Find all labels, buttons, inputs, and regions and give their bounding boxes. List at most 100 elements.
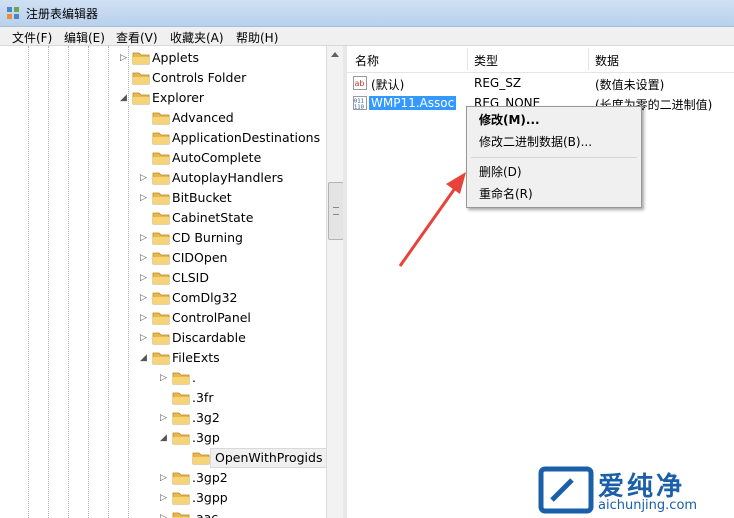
column-separator[interactable] — [467, 48, 468, 70]
window-title: 注册表编辑器 — [26, 7, 99, 21]
tree-node-label: .3g2 — [192, 410, 220, 425]
tree-node-label: CabinetState — [172, 210, 254, 225]
folder-icon — [152, 312, 170, 325]
folder-icon — [172, 412, 190, 425]
tree-node-label: AutoplayHandlers — [172, 170, 284, 185]
string-value-icon: ab — [353, 76, 367, 90]
tree-guide-line — [68, 46, 69, 518]
value-name[interactable]: WMP11.Assoc — [369, 96, 457, 110]
expander-icon[interactable]: ▷ — [140, 228, 150, 248]
expander-icon[interactable]: ▷ — [140, 268, 150, 288]
tree-node-label: . — [192, 370, 196, 385]
menu-item-rename[interactable]: 重命名(R) — [467, 183, 641, 205]
tree-node-label: CIDOpen — [172, 250, 228, 265]
folder-icon — [152, 172, 170, 185]
menu-favorites[interactable]: 收藏夹(A) — [170, 29, 224, 46]
folder-icon — [172, 472, 190, 485]
watermark-url: aichunjing.com — [598, 498, 698, 513]
expander-icon[interactable]: ▷ — [160, 368, 170, 388]
folder-icon — [172, 432, 190, 445]
folder-icon — [152, 112, 170, 125]
expander-icon[interactable]: ▷ — [140, 248, 150, 268]
folder-icon — [132, 72, 150, 85]
menu-item-delete[interactable]: 删除(D) — [467, 161, 641, 183]
expander-icon[interactable]: ▷ — [140, 328, 150, 348]
expander-icon[interactable]: ▷ — [140, 168, 150, 188]
folder-icon — [152, 352, 170, 365]
menu-edit[interactable]: 编辑(E) — [64, 29, 105, 46]
tree-node-label: OpenWithProgids — [210, 448, 326, 468]
value-type: REG_SZ — [474, 76, 522, 90]
folder-icon — [152, 192, 170, 205]
expander-icon[interactable]: ◢ — [120, 88, 130, 108]
menu-view[interactable]: 查看(V) — [116, 29, 158, 46]
folder-icon — [152, 152, 170, 165]
svg-text:110: 110 — [354, 105, 364, 111]
list-header: 名称 类型 数据 — [347, 46, 734, 73]
value-data: (数值未设置) — [595, 78, 665, 92]
folder-icon — [132, 92, 150, 105]
scroll-thumb[interactable] — [328, 182, 344, 240]
tree-node-label: FileExts — [172, 350, 220, 365]
tree-guide-line — [128, 46, 129, 518]
scroll-up-arrow-icon[interactable] — [331, 52, 339, 57]
folder-icon — [152, 212, 170, 225]
tree-guide-line — [48, 46, 49, 518]
menu-item-modify-binary[interactable]: 修改二进制数据(B)... — [467, 131, 641, 153]
tree-node-label: BitBucket — [172, 190, 232, 205]
context-menu: 修改(M)... 修改二进制数据(B)... 删除(D) 重命名(R) — [466, 106, 642, 208]
menu-help[interactable]: 帮助(H) — [236, 29, 278, 46]
regedit-icon — [7, 7, 19, 19]
tree-node-label: ControlPanel — [172, 310, 251, 325]
column-header-type[interactable]: 类型 — [474, 52, 498, 69]
expander-icon[interactable]: ▷ — [140, 308, 150, 328]
folder-icon — [172, 512, 190, 518]
expander-icon[interactable]: ▷ — [140, 288, 150, 308]
value-row-default[interactable]: ab (默认) REG_SZ (数值未设置) — [347, 73, 734, 93]
menu-item-modify[interactable]: 修改(M)... — [467, 109, 641, 131]
registry-tree[interactable]: ▷ Applets Controls Folder ◢ Explorer Advanced… — [6, 46, 327, 518]
folder-icon — [152, 292, 170, 305]
svg-text:ab: ab — [355, 79, 365, 88]
tree-guide-line — [28, 46, 29, 518]
folder-icon — [172, 492, 190, 505]
folder-icon — [172, 392, 190, 405]
folder-icon — [152, 332, 170, 345]
tree-scrollbar[interactable] — [326, 46, 344, 518]
menu-bar: 文件(F) 编辑(E) 查看(V) 收藏夹(A) 帮助(H) — [0, 27, 734, 46]
column-header-name[interactable]: 名称 — [355, 52, 379, 69]
tree-node-label: Explorer — [152, 90, 205, 105]
expander-icon[interactable]: ▷ — [160, 468, 170, 488]
tree-node-label: Applets — [152, 50, 199, 65]
tree-node-label: .3gp2 — [192, 470, 228, 485]
tree-node-label: Advanced — [172, 110, 234, 125]
tree-node-label: .3fr — [192, 390, 214, 405]
value-name: (默认) — [371, 78, 405, 92]
title-bar: 注册表编辑器 — [0, 0, 734, 27]
watermark: 爱纯净 aichunjing.com — [532, 462, 734, 518]
folder-icon — [152, 232, 170, 245]
tree-node-label: ComDlg32 — [172, 290, 238, 305]
column-header-data[interactable]: 数据 — [595, 52, 619, 69]
expander-icon[interactable]: ▷ — [120, 48, 130, 68]
folder-icon — [172, 372, 190, 385]
tree-node-label: Controls Folder — [152, 70, 247, 85]
expander-icon[interactable]: ▷ — [160, 488, 170, 508]
expander-icon[interactable]: ▷ — [140, 188, 150, 208]
folder-icon — [152, 132, 170, 145]
column-separator[interactable] — [588, 48, 589, 70]
menu-file[interactable]: 文件(F) — [12, 29, 52, 46]
expander-icon[interactable]: ▷ — [160, 508, 170, 518]
menu-separator — [471, 157, 637, 158]
tree-node-label: AutoComplete — [172, 150, 262, 165]
expander-icon[interactable]: ◢ — [160, 428, 170, 448]
tree-node-label: .aac — [192, 510, 219, 518]
tree-guide-line — [108, 46, 109, 518]
folder-icon — [192, 452, 210, 465]
tree-node-label: CD Burning — [172, 230, 243, 245]
expander-icon[interactable]: ▷ — [160, 408, 170, 428]
expander-icon[interactable]: ◢ — [140, 348, 150, 368]
